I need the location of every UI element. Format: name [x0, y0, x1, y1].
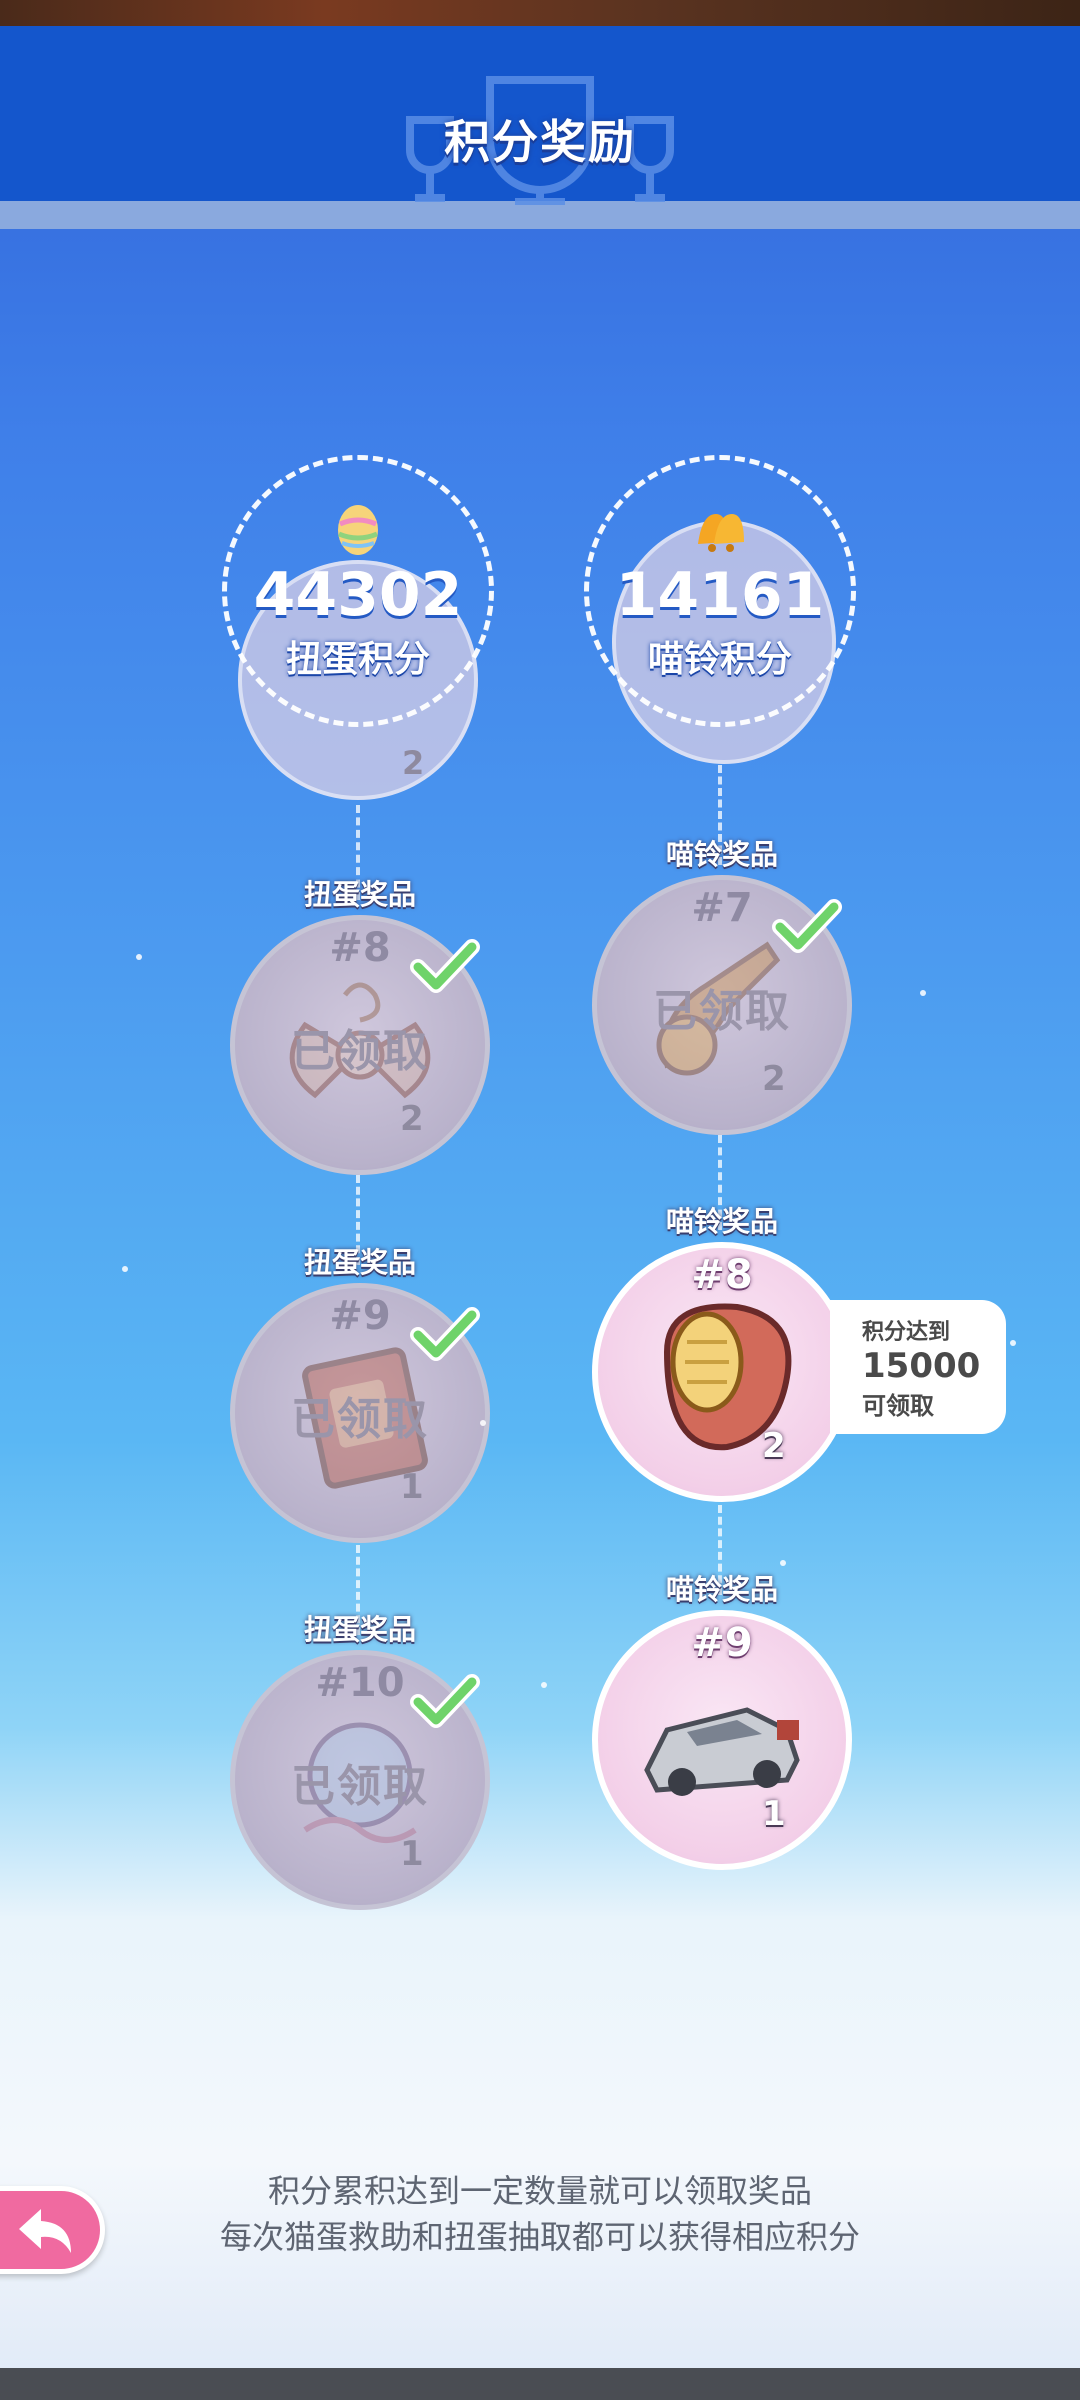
prize-count: 2 — [402, 744, 425, 782]
gacha-prize-8[interactable]: 扭蛋奖品 #8 已领取 2 — [230, 878, 490, 1175]
sparkle — [541, 1682, 547, 1688]
bell-score-label: 喵铃积分 — [647, 639, 792, 680]
sparkle — [480, 1420, 486, 1426]
prize-count: 2 — [762, 1426, 786, 1466]
top-strip — [0, 0, 1080, 26]
gacha-score-value: 44302 — [253, 560, 463, 630]
sparkle — [920, 990, 926, 996]
claimed-stamp: 已领取 — [291, 1761, 429, 1812]
instruction-line-2: 每次猫蛋救助和扭蛋抽取都可以获得相应积分 — [219, 2218, 860, 2256]
prize-tag: 喵铃奖品 — [665, 1573, 778, 1606]
easter-egg-icon — [338, 505, 378, 555]
requirement-threshold: 15000 — [862, 1346, 981, 1386]
sparkle — [122, 1266, 128, 1272]
requirement-hint: 可领取 — [862, 1392, 934, 1420]
bell-score-value: 14161 — [615, 560, 825, 630]
prize-tag: 喵铃奖品 — [665, 838, 778, 871]
prize-count: 1 — [762, 1794, 786, 1834]
header-divider — [0, 201, 1080, 229]
gacha-prize-9[interactable]: 扭蛋奖品 #9 已领取 1 — [230, 1246, 490, 1543]
prize-tag: 喵铃奖品 — [665, 1205, 778, 1238]
check-icon — [410, 1307, 480, 1361]
back-arrow-icon — [19, 2209, 71, 2253]
check-icon — [772, 899, 842, 953]
claimed-stamp: 已领取 — [653, 986, 791, 1037]
prize-count: 2 — [400, 1099, 424, 1139]
prize-number: #9 — [691, 1620, 753, 1666]
sparkle — [1010, 1340, 1016, 1346]
sparkle — [136, 954, 142, 960]
claimed-stamp: 已领取 — [291, 1394, 429, 1445]
bell-prize-9[interactable]: 喵铃奖品 #9 1 — [592, 1573, 852, 1870]
prize-count: 1 — [400, 1834, 424, 1874]
prize-tag: 扭蛋奖品 — [303, 878, 416, 911]
bell-icon — [698, 514, 744, 552]
prize-tag: 扭蛋奖品 — [303, 1246, 416, 1279]
bell-prize-7[interactable]: 喵铃奖品 #7 已领取 2 — [592, 838, 852, 1135]
prize-count: 1 — [400, 1467, 424, 1507]
instructions: 积分累积达到一定数量就可以领取奖品 每次猫蛋救助和扭蛋抽取都可以获得相应积分 — [0, 2168, 1080, 2260]
prize-tag: 扭蛋奖品 — [303, 1613, 416, 1646]
prize-number: #8 — [691, 1252, 753, 1298]
silver-car-icon — [644, 1707, 800, 1796]
bell-score-circle: 14161 喵铃积分 — [584, 455, 856, 727]
system-nav-bar — [0, 2368, 1080, 2400]
requirement-label: 积分达到 — [862, 1320, 951, 1345]
page-title: 积分奖励 — [444, 115, 636, 169]
bell-prize-8[interactable]: 喵铃奖品 #8 2 — [592, 1205, 852, 1502]
corn-ring-icon — [663, 1303, 792, 1451]
gacha-score-label: 扭蛋积分 — [285, 639, 430, 680]
gacha-prize-10[interactable]: 扭蛋奖品 #10 已领取 1 — [230, 1613, 490, 1910]
instruction-line-1: 积分累积达到一定数量就可以领取奖品 — [267, 2172, 812, 2210]
gacha-score-circle: 44302 扭蛋积分 — [222, 455, 494, 727]
claimed-stamp: 已领取 — [291, 1026, 429, 1077]
prize-count: 2 — [762, 1059, 786, 1099]
back-button[interactable] — [0, 2186, 105, 2274]
sparkle — [780, 1560, 786, 1566]
requirement-callout: 积分达到 15000 可领取 — [830, 1300, 1006, 1434]
check-icon — [410, 939, 480, 993]
check-icon — [410, 1674, 480, 1728]
